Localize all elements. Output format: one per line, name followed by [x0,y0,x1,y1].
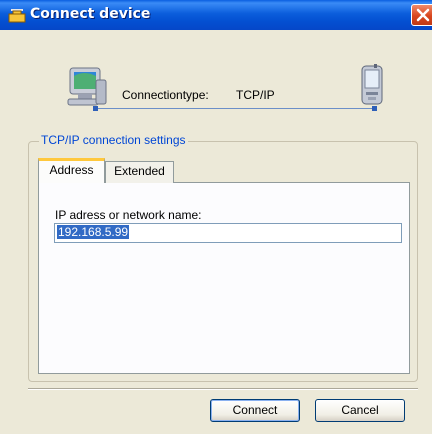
connection-line [96,108,374,109]
close-icon [416,8,430,22]
connection-endpoint-left [93,106,98,111]
ip-address-value: 192.168.5.99 [57,225,130,239]
title-bar[interactable]: Connect device [0,0,432,30]
close-button[interactable] [411,4,432,26]
tab-extended[interactable]: Extended [105,161,174,183]
cancel-button[interactable]: Cancel [315,399,405,422]
computer-icon [66,66,110,113]
connection-type-label: Connectiontype: [122,88,209,102]
tab-address[interactable]: Address [38,158,105,183]
connect-button[interactable]: Connect [210,399,300,422]
group-legend: TCP/IP connection settings [39,133,188,147]
pda-icon [360,64,384,111]
ip-address-label: IP adress or network name: [55,208,202,222]
window-title: Connect device [30,6,151,22]
connect-device-icon [8,7,26,26]
connection-type-value: TCP/IP [236,88,275,102]
ip-address-input[interactable]: 192.168.5.99 [54,223,402,243]
separator [28,388,418,390]
